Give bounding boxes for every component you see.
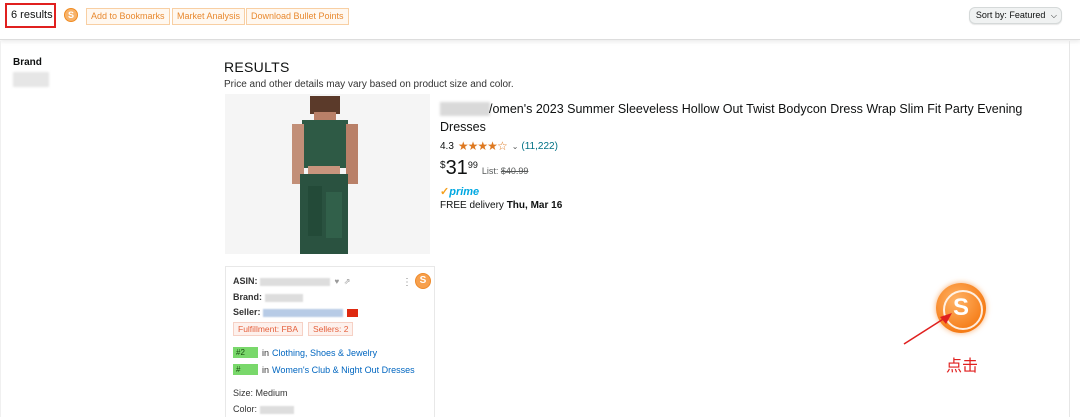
seller-label: Seller: — [233, 307, 261, 317]
add-to-bookmarks-button[interactable]: Add to Bookmarks — [86, 8, 170, 25]
market-analysis-button[interactable]: Market Analysis — [172, 8, 246, 25]
download-bullet-points-button[interactable]: Download Bullet Points — [246, 8, 349, 25]
more-options-icon[interactable]: ⋮ — [402, 277, 412, 288]
rank-in-label: in — [262, 364, 270, 375]
rank-badge: #2 — [233, 347, 258, 358]
prime-badge: ✓prime — [440, 185, 479, 198]
product-title-link[interactable]: /omen's 2023 Summer Sleeveless Hollow Ou… — [440, 100, 1060, 136]
click-hint-annotation: 点击 — [946, 358, 979, 375]
asin-row: ASIN: ♥ ⇗ — [233, 276, 351, 286]
rank-category-link[interactable]: Clothing, Shoes & Jewelry — [272, 348, 377, 358]
fulfillment-tag: Fulfillment: FBA — [233, 322, 303, 336]
asin-label: ASIN: — [233, 276, 258, 286]
rank-row: #2 in Clothing, Shoes & Jewelry — [233, 347, 377, 358]
list-price-label: List: — [481, 166, 499, 176]
price-whole: 31 — [445, 157, 468, 179]
rating-row: 4.3 ★★★★☆ ⌄ (11,222) — [440, 139, 558, 153]
annotation-arrow-icon — [903, 313, 952, 345]
rating-value: 4.3 — [440, 140, 454, 152]
seller-row: Seller: — [233, 307, 358, 317]
results-subheading: Price and other details may vary based o… — [224, 79, 514, 90]
color-row: Color: — [233, 404, 294, 414]
extension-logo-icon[interactable] — [64, 8, 78, 22]
share-icon[interactable]: ⇗ — [344, 277, 351, 286]
seller-link-blurred[interactable] — [263, 308, 344, 317]
right-edge — [1069, 41, 1070, 417]
size-value: Medium — [255, 388, 288, 398]
prime-check-icon: ✓ — [440, 186, 450, 198]
star-rating-icon[interactable]: ★★★★☆ — [458, 139, 508, 153]
rank-badge: # — [233, 364, 258, 375]
rank-in-label: in — [262, 347, 270, 358]
brand-value-blurred — [264, 293, 303, 302]
chevron-down-icon[interactable]: ⌄ — [512, 142, 519, 151]
china-flag-icon — [346, 308, 358, 317]
sort-value: Featured — [1009, 10, 1046, 20]
brand-filter-heading: Brand — [13, 57, 42, 68]
sort-label: Sort by: — [975, 10, 1007, 20]
rank-category-link[interactable]: Women's Club & Night Out Dresses — [272, 365, 415, 375]
review-count-link[interactable]: (11,222) — [521, 141, 558, 152]
prime-label: prime — [449, 186, 480, 198]
left-edge — [0, 41, 1, 417]
price-row: $ 31 99 List: $40.99 — [440, 157, 528, 179]
sellers-tag[interactable]: Sellers: 2 — [308, 322, 354, 336]
results-count: 6 results — [5, 3, 56, 28]
rank-row: # in Women's Club & Night Out Dresses — [233, 364, 415, 375]
extension-info-card: ⋮ S ASIN: ♥ ⇗ Brand: Seller: Fulfillment… — [225, 266, 435, 417]
color-label: Color: — [233, 404, 258, 414]
dress-photo — [292, 96, 358, 254]
results-heading: RESULTS — [224, 59, 290, 75]
brand-filter-option[interactable] — [13, 72, 49, 87]
brand-row: Brand: — [233, 292, 303, 302]
price-fraction: 99 — [467, 160, 478, 170]
extension-logo-icon[interactable]: S — [415, 273, 431, 289]
top-toolbar: 6 results Add to Bookmarks Market Analys… — [0, 0, 1080, 40]
list-price: List: $40.99 — [482, 166, 529, 176]
size-row: Size: Medium — [233, 388, 288, 398]
delivery-text: FREE delivery — [440, 200, 504, 211]
delivery-date: Thu, Mar 16 — [506, 200, 563, 211]
delivery-info: FREE delivery Thu, Mar 16 — [440, 200, 562, 211]
list-price-value: $40.99 — [500, 166, 529, 176]
color-value-blurred — [259, 405, 294, 414]
sort-dropdown[interactable]: Sort by: Featured ⌵ — [968, 7, 1062, 24]
heart-icon[interactable]: ♥ — [335, 277, 340, 286]
product-image[interactable] — [225, 94, 430, 254]
chevron-down-icon: ⌵ — [1050, 11, 1057, 20]
size-label: Size: — [233, 388, 254, 398]
asin-value-blurred — [260, 277, 331, 286]
brand-label: Brand: — [233, 292, 262, 302]
